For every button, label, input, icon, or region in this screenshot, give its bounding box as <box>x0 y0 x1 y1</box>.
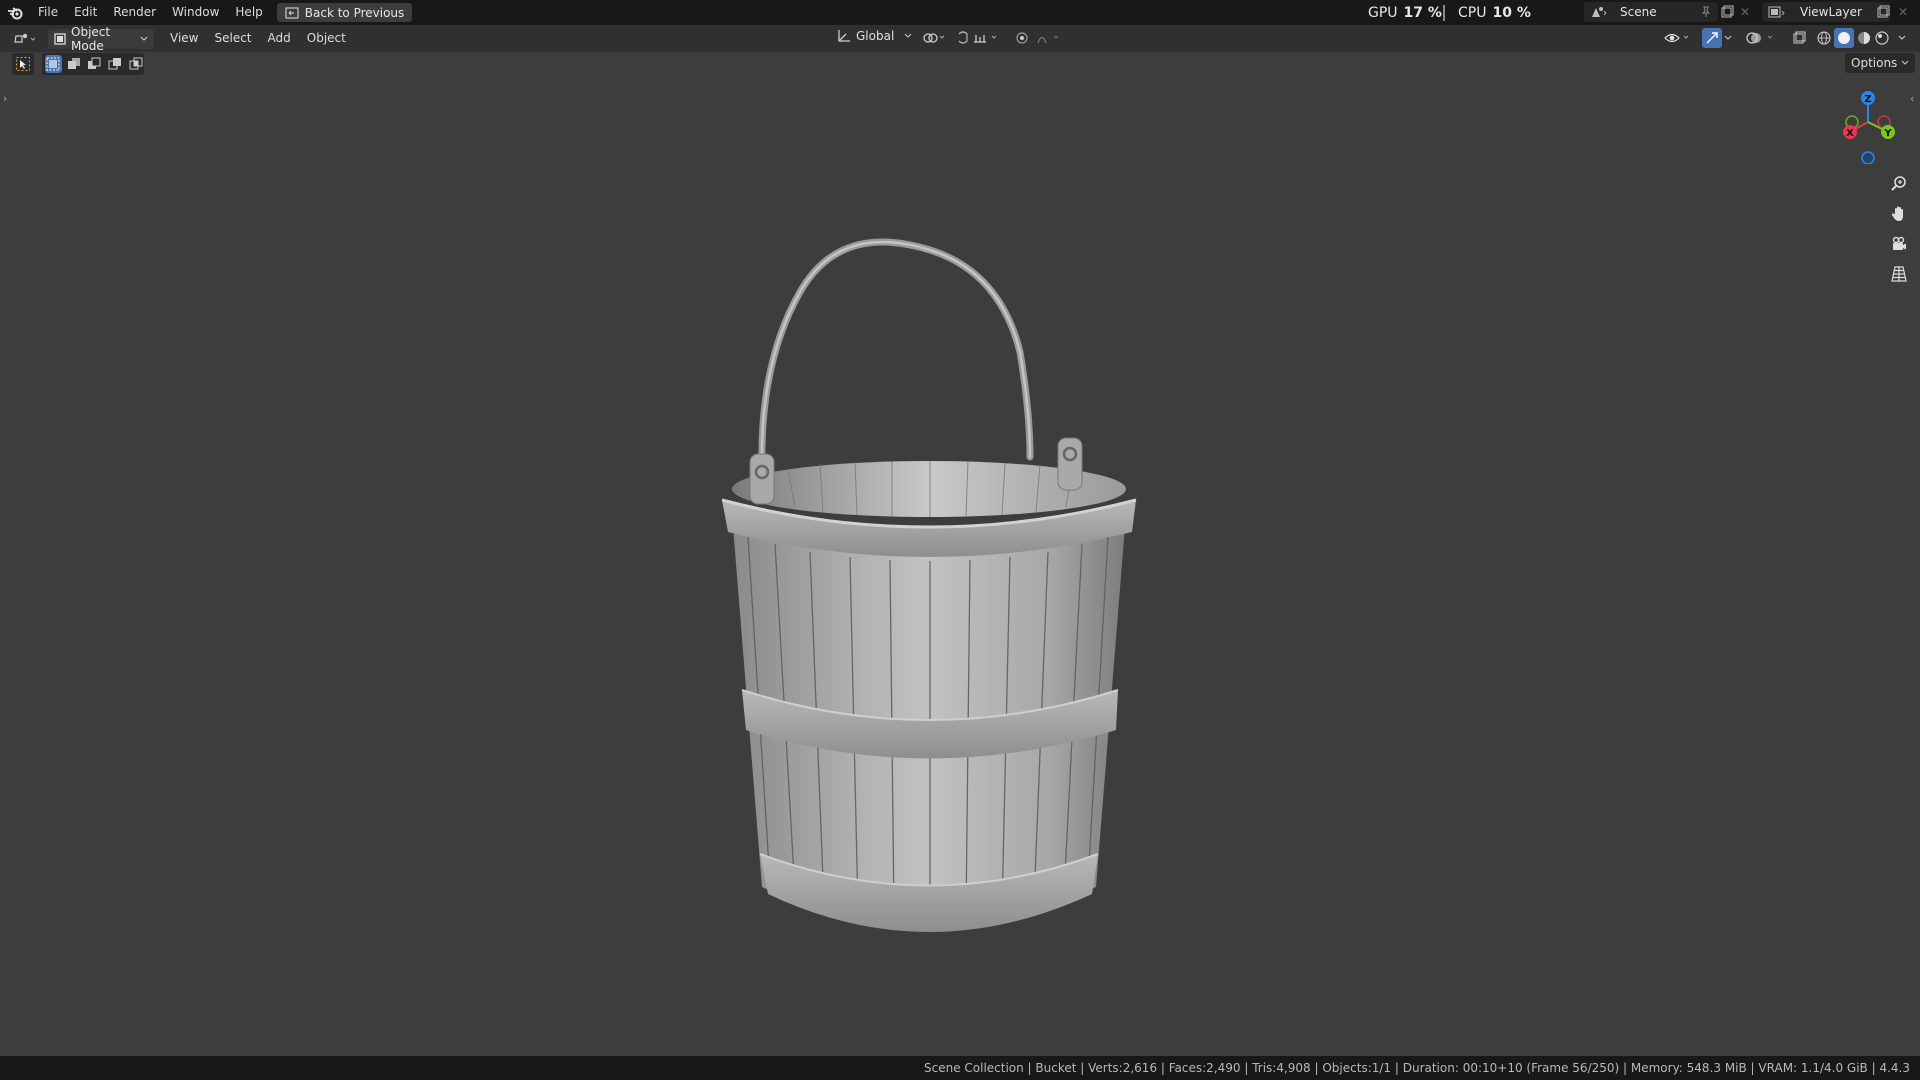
perspective-grid-icon <box>1891 266 1907 282</box>
back-to-previous-label: Back to Previous <box>304 5 405 20</box>
header-menu-object[interactable]: Object <box>299 26 354 51</box>
gizmo-z-label: Z <box>1864 94 1871 105</box>
pan-hand-icon <box>1891 206 1903 221</box>
shading-wireframe-icon[interactable] <box>1816 30 1832 46</box>
chevron-down-icon <box>140 36 148 42</box>
camera-view-button[interactable] <box>1885 230 1913 258</box>
proportional-edit-icon[interactable] <box>1014 31 1064 45</box>
cpu-value: 10 % <box>1492 5 1531 21</box>
select-difference-icon[interactable] <box>107 55 124 73</box>
zoom-button[interactable] <box>1885 170 1913 198</box>
status-bar: Scene Collection | Bucket | Verts:2,616 … <box>0 1056 1920 1080</box>
view-layer-name: ViewLayer <box>1800 5 1862 19</box>
xray-icon[interactable] <box>1792 31 1806 45</box>
toolbar-expand-icon[interactable]: › <box>3 92 7 105</box>
sidebar-expand-icon[interactable]: ‹ <box>1910 92 1914 105</box>
select-cursor-icon <box>16 57 30 71</box>
status-text: Scene Collection | Bucket | Verts:2,616 … <box>923 1061 1910 1075</box>
editor-type-icon[interactable] <box>12 32 40 46</box>
scene-selector[interactable]: Scene <box>1584 2 1718 22</box>
view-layer-icon <box>1768 5 1788 19</box>
transform-orientation-dropdown[interactable]: Global <box>836 29 912 43</box>
3d-viewport[interactable]: › ‹ Options Z X Y <box>0 52 1920 1056</box>
header-menu-view[interactable]: View <box>162 26 206 51</box>
select-subtract-icon[interactable] <box>86 55 103 73</box>
shading-solid-icon[interactable] <box>1834 28 1854 48</box>
select-extend-icon[interactable] <box>66 55 83 73</box>
blender-logo-icon[interactable] <box>0 0 30 25</box>
cpu-meter: CPU 10 % <box>1458 2 1531 24</box>
mode-dropdown[interactable]: Object Mode <box>48 25 154 53</box>
options-label: Options <box>1851 56 1898 70</box>
header-menu-add[interactable]: Add <box>260 26 299 51</box>
pin-icon[interactable] <box>1700 6 1712 18</box>
options-dropdown[interactable]: Options <box>1845 53 1915 73</box>
perspective-toggle-button[interactable] <box>1885 260 1913 288</box>
bucket-model[interactable] <box>700 182 1160 982</box>
transform-orientation-label: Global <box>856 29 895 43</box>
back-icon <box>285 6 299 19</box>
gpu-meter: GPU 17 % <box>1368 2 1442 24</box>
mode-label: Object Mode <box>71 24 111 53</box>
menu-help[interactable]: Help <box>227 0 270 25</box>
cpu-label: CPU <box>1458 5 1487 21</box>
scene-icon <box>1590 5 1608 19</box>
view-layer-selector[interactable]: ViewLayer <box>1762 2 1890 22</box>
viewport-header: Object Mode View Select Add Object Globa… <box>0 25 1920 53</box>
back-to-previous-button[interactable]: Back to Previous <box>276 3 413 22</box>
select-tool-button[interactable] <box>12 53 34 75</box>
remove-scene-icon[interactable]: ✕ <box>1740 5 1750 19</box>
new-scene-icon[interactable] <box>1720 5 1734 19</box>
gizmo-y-label: Y <box>1883 128 1892 139</box>
shading-rendered-icon[interactable] <box>1874 30 1890 46</box>
snap-icon[interactable] <box>956 31 1006 45</box>
menu-render[interactable]: Render <box>105 0 164 25</box>
header-menu-select[interactable]: Select <box>206 26 259 51</box>
overlay-icon[interactable] <box>1746 31 1776 45</box>
new-view-layer-icon[interactable] <box>1876 5 1890 19</box>
top-bar: File Edit Render Window Help Back to Pre… <box>0 0 1920 25</box>
visibility-icon[interactable] <box>1664 31 1692 45</box>
pivot-icon[interactable] <box>922 31 948 45</box>
meter-divider <box>1443 5 1445 21</box>
remove-view-layer-icon[interactable]: ✕ <box>1898 5 1908 19</box>
gizmo-icon[interactable] <box>1702 28 1722 48</box>
gpu-value: 17 % <box>1403 5 1442 21</box>
gizmo-x-label: X <box>1846 128 1854 139</box>
select-box-icon[interactable] <box>45 55 62 73</box>
select-intersect-icon[interactable] <box>127 55 144 73</box>
shading-dropdown-icon[interactable] <box>1898 35 1906 41</box>
camera-icon <box>1892 236 1906 250</box>
menu-window[interactable]: Window <box>164 0 227 25</box>
menu-file[interactable]: File <box>30 0 66 25</box>
zoom-icon <box>1891 176 1906 191</box>
shading-material-icon[interactable] <box>1856 30 1872 46</box>
scene-name: Scene <box>1620 5 1657 19</box>
navigation-gizmo[interactable]: Z X Y <box>1828 84 1908 164</box>
pan-button[interactable] <box>1885 200 1913 228</box>
menu-edit[interactable]: Edit <box>66 0 105 25</box>
gizmo-dropdown-icon[interactable] <box>1724 35 1732 41</box>
gpu-label: GPU <box>1368 5 1398 21</box>
mode-icon <box>54 32 66 45</box>
chevron-down-icon <box>1901 60 1909 65</box>
transform-orientation-icon <box>836 29 852 43</box>
select-mode-group <box>42 53 144 75</box>
